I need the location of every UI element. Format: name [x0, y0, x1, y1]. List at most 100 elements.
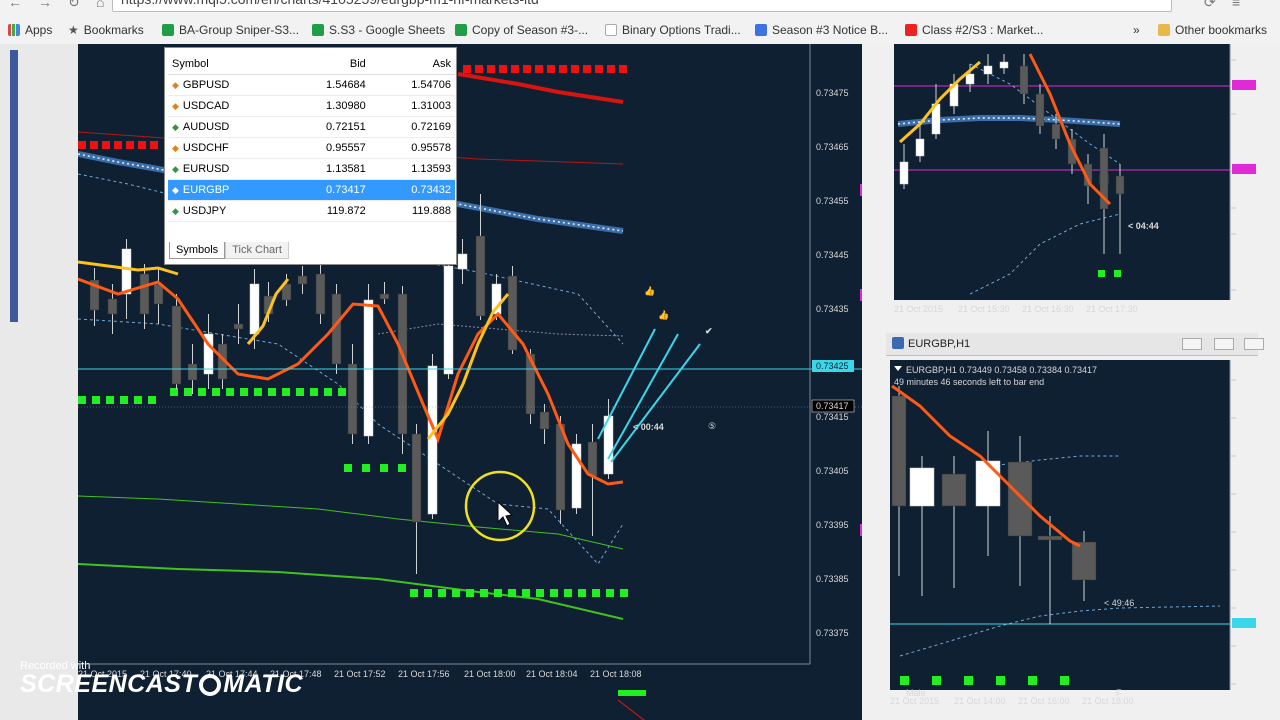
green-signal-dots	[592, 589, 600, 597]
tr-time-axis-label: 21 Oct 17:30	[1086, 304, 1138, 314]
col-symbol[interactable]: Symbol	[168, 54, 285, 75]
green-signal-dots	[620, 589, 628, 597]
bearish-candle	[1035, 93, 1045, 127]
back-icon[interactable]: ←	[8, 0, 22, 10]
top-right-chart-background	[894, 44, 1230, 300]
tab-symbols[interactable]: Symbols	[169, 242, 226, 259]
tr-green-dots	[1098, 270, 1105, 277]
bullish-candle	[249, 283, 260, 335]
red-signal-dots	[463, 65, 471, 73]
col-bid[interactable]: Bid	[284, 54, 370, 75]
price-up-icon: ◆	[172, 185, 179, 195]
green-signal-dots	[282, 388, 290, 396]
tab-tick-chart[interactable]: Tick Chart	[225, 242, 289, 259]
market-watch-row[interactable]: ◆ EURUSD 1.13581 1.13593	[168, 158, 455, 180]
red-signal-dots	[150, 141, 158, 149]
red-signal-dots	[126, 141, 134, 149]
red-signal-dots	[595, 65, 603, 73]
market-watch-window[interactable]: Symbol Bid Ask ◆ GBPUSD 1.54684 1.54706 ◆ USD…	[164, 47, 457, 265]
green-signal-dots	[494, 589, 502, 597]
bearish-candle	[507, 275, 518, 351]
tr-time-axis-label: 21 Oct 16:30	[1022, 304, 1074, 314]
market-watch-row[interactable]: ◆ USDCHF 0.95557 0.95578	[168, 137, 455, 159]
market-watch-row[interactable]: ◆ EURGBP 0.73417 0.73432	[168, 179, 455, 201]
bullish-candle	[457, 253, 468, 270]
bullish-candle	[363, 299, 374, 437]
symbol-cell: ◆ USDJPY	[168, 200, 285, 222]
symbol-name: EURUSD	[182, 163, 230, 175]
bearish-candle	[891, 395, 907, 507]
address-bar[interactable]: https://www.mql5.com/en/charts/4105259/e…	[112, 0, 1172, 12]
symbol-name: EURGBP	[182, 184, 230, 196]
bookmark-binary-options[interactable]: Binary Options Tradi...	[605, 21, 741, 39]
thumbs-up-icon: 👍	[644, 285, 655, 296]
price-axis-label: 0.73465	[816, 142, 849, 152]
tr-time-axis-label: 21 Oct 15:30	[958, 304, 1010, 314]
close-button[interactable]	[1244, 338, 1264, 350]
h1-chart-background	[890, 360, 1230, 690]
bookmarks-overflow-button[interactable]: »	[1133, 21, 1140, 39]
price-axis-label: 0.73445	[816, 250, 849, 260]
price-down-icon: ◆	[172, 80, 179, 90]
symbol-name: USDJPY	[182, 205, 227, 217]
green-signal-dots	[134, 396, 142, 404]
green-signal-dots	[106, 396, 114, 404]
symbol-cell: ◆ USDCHF	[168, 137, 285, 159]
bearish-candle	[297, 275, 308, 285]
market-watch-row[interactable]: ◆ USDJPY 119.872 119.888	[168, 200, 455, 222]
h1-chart[interactable]: EURGBP,H1 0.73449 0.73458 0.73384 0.7341…	[880, 356, 1258, 720]
green-signal-dots	[536, 589, 544, 597]
h1-window-title: EURGBP,H1	[908, 338, 971, 350]
h1-time-axis-label: 21 Oct 2015	[890, 696, 939, 706]
h1-price-tag	[1232, 618, 1256, 628]
left-scrollbar[interactable]	[10, 50, 18, 322]
forward-icon[interactable]: →	[38, 0, 52, 10]
col-ask[interactable]: Ask	[369, 54, 455, 75]
minimize-button[interactable]	[1182, 338, 1202, 350]
bearish-candle	[107, 298, 118, 315]
strip-green-marker	[618, 690, 646, 696]
market-watch-row[interactable]: ◆ GBPUSD 1.54684 1.54706	[168, 74, 455, 96]
sheets-icon	[162, 24, 174, 36]
green-signal-dots	[606, 589, 614, 597]
market-watch-row[interactable]: ◆ AUDUSD 0.72151 0.72169	[168, 116, 455, 138]
bid-cell: 0.95557	[284, 137, 370, 159]
page-icon	[605, 24, 617, 36]
market-watch-tabs: Symbols Tick Chart	[169, 242, 289, 259]
time-axis-label: 21 Oct 17:52	[334, 669, 386, 679]
bookmark-ss3[interactable]: S.S3 - Google Sheets	[312, 21, 445, 39]
bookmark-ba-group[interactable]: BA-Group Sniper-S3...	[162, 21, 299, 39]
h1-window-titlebar[interactable]: EURGBP,H1	[886, 333, 1264, 356]
bookmark-season-notice[interactable]: Season #3 Notice B...	[755, 21, 888, 39]
bookmark-bookmarks[interactable]: ★ Bookmarks	[68, 21, 144, 39]
extension-icon[interactable]: ⟳	[1204, 0, 1216, 11]
price-up-icon: ◆	[172, 206, 179, 216]
bullish-candle	[427, 365, 438, 515]
green-signal-dots	[564, 589, 572, 597]
thumbs-up-icon: 👍	[658, 309, 669, 320]
price-axis-label: 0.73375	[816, 628, 849, 638]
price-axis-label: 0.73405	[816, 466, 849, 476]
home-icon[interactable]: ⌂	[96, 0, 104, 10]
apps-grid-icon	[8, 24, 20, 36]
bullish-candle	[965, 73, 975, 85]
bid-cell: 1.30980	[284, 95, 370, 117]
main-timer: < 00:44	[633, 422, 664, 432]
green-signal-dots	[254, 388, 262, 396]
bearish-candle	[475, 235, 486, 317]
red-signal-dots	[138, 141, 146, 149]
bullish-candle	[899, 161, 909, 185]
bookmark-other[interactable]: Other bookmarks	[1158, 21, 1267, 39]
maximize-button[interactable]	[1214, 338, 1234, 350]
ask-cell: 119.888	[369, 200, 455, 222]
menu-icon[interactable]: ≡	[1232, 0, 1240, 10]
browser-chrome: ← → ↻ ⌂ https://www.mql5.com/en/charts/4…	[0, 0, 1280, 45]
market-watch-row[interactable]: ◆ USDCAD 1.30980 1.31003	[168, 95, 455, 117]
bookmark-apps[interactable]: Apps	[8, 21, 52, 39]
top-right-chart[interactable]: < 04:44 21 Oct 2015 21 Oct 15:30 21 Oct 16:…	[880, 44, 1258, 326]
reload-icon[interactable]: ↻	[68, 0, 80, 11]
red-signal-dots	[547, 65, 555, 73]
bookmark-class2[interactable]: Class #2/S3 : Market...	[905, 21, 1043, 39]
bookmark-copy-season[interactable]: Copy of Season #3-...	[455, 21, 588, 39]
bullish-candle	[999, 61, 1009, 69]
